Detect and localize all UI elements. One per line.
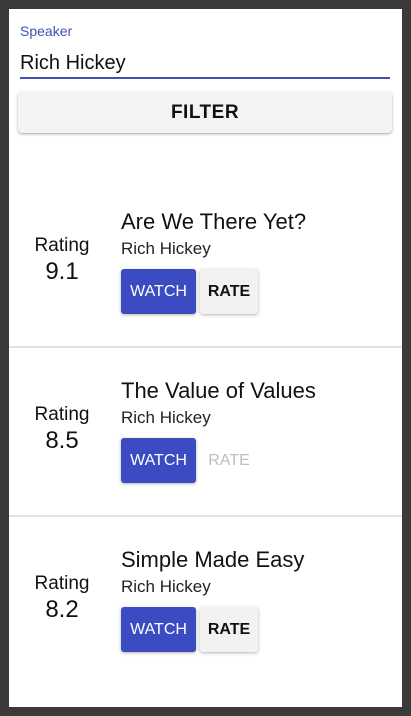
rate-button[interactable]: RATE: [200, 269, 258, 314]
talk-speaker: Rich Hickey: [121, 577, 211, 596]
rating-label: Rating: [34, 404, 90, 425]
speaker-field-label: Speaker: [20, 23, 73, 39]
talk-info: The Value of Values Rich Hickey WATCH RA…: [121, 378, 391, 483]
talk-card: Rating 8.2 Simple Made Easy Rich Hickey …: [9, 515, 402, 684]
talk-actions: WATCH RATE: [121, 269, 391, 314]
watch-button[interactable]: WATCH: [121, 438, 196, 483]
talk-info: Are We There Yet? Rich Hickey WATCH RATE: [121, 209, 391, 314]
speaker-input[interactable]: [20, 49, 390, 79]
talk-card: Rating 8.5 The Value of Values Rich Hick…: [9, 346, 402, 515]
talk-list: Rating 9.1 Are We There Yet? Rich Hickey…: [9, 179, 402, 684]
rate-button-disabled: RATE: [200, 438, 258, 483]
talk-title: The Value of Values: [121, 378, 316, 403]
rating-value: 9.1: [45, 258, 79, 285]
talk-card: Rating 9.1 Are We There Yet? Rich Hickey…: [9, 179, 402, 346]
rating-block: Rating 8.5: [25, 404, 99, 456]
watch-button[interactable]: WATCH: [121, 607, 196, 652]
talk-actions: WATCH RATE: [121, 438, 391, 483]
rating-block: Rating 8.2: [25, 573, 99, 625]
talk-title: Are We There Yet?: [121, 209, 307, 234]
rating-label: Rating: [34, 573, 90, 594]
rating-value: 8.2: [45, 596, 79, 623]
rating-value: 8.5: [45, 427, 79, 454]
talk-title: Simple Made Easy: [121, 547, 305, 572]
rating-label: Rating: [34, 235, 90, 256]
app-window: Speaker FILTER Rating 9.1 Are We There Y…: [9, 9, 402, 707]
rate-button[interactable]: RATE: [200, 607, 258, 652]
filter-button[interactable]: FILTER: [18, 92, 392, 133]
watch-button[interactable]: WATCH: [121, 269, 196, 314]
talk-info: Simple Made Easy Rich Hickey WATCH RATE: [121, 547, 391, 652]
talk-actions: WATCH RATE: [121, 607, 391, 652]
talk-speaker: Rich Hickey: [121, 408, 211, 427]
rating-block: Rating 9.1: [25, 235, 99, 287]
talk-speaker: Rich Hickey: [121, 239, 211, 258]
